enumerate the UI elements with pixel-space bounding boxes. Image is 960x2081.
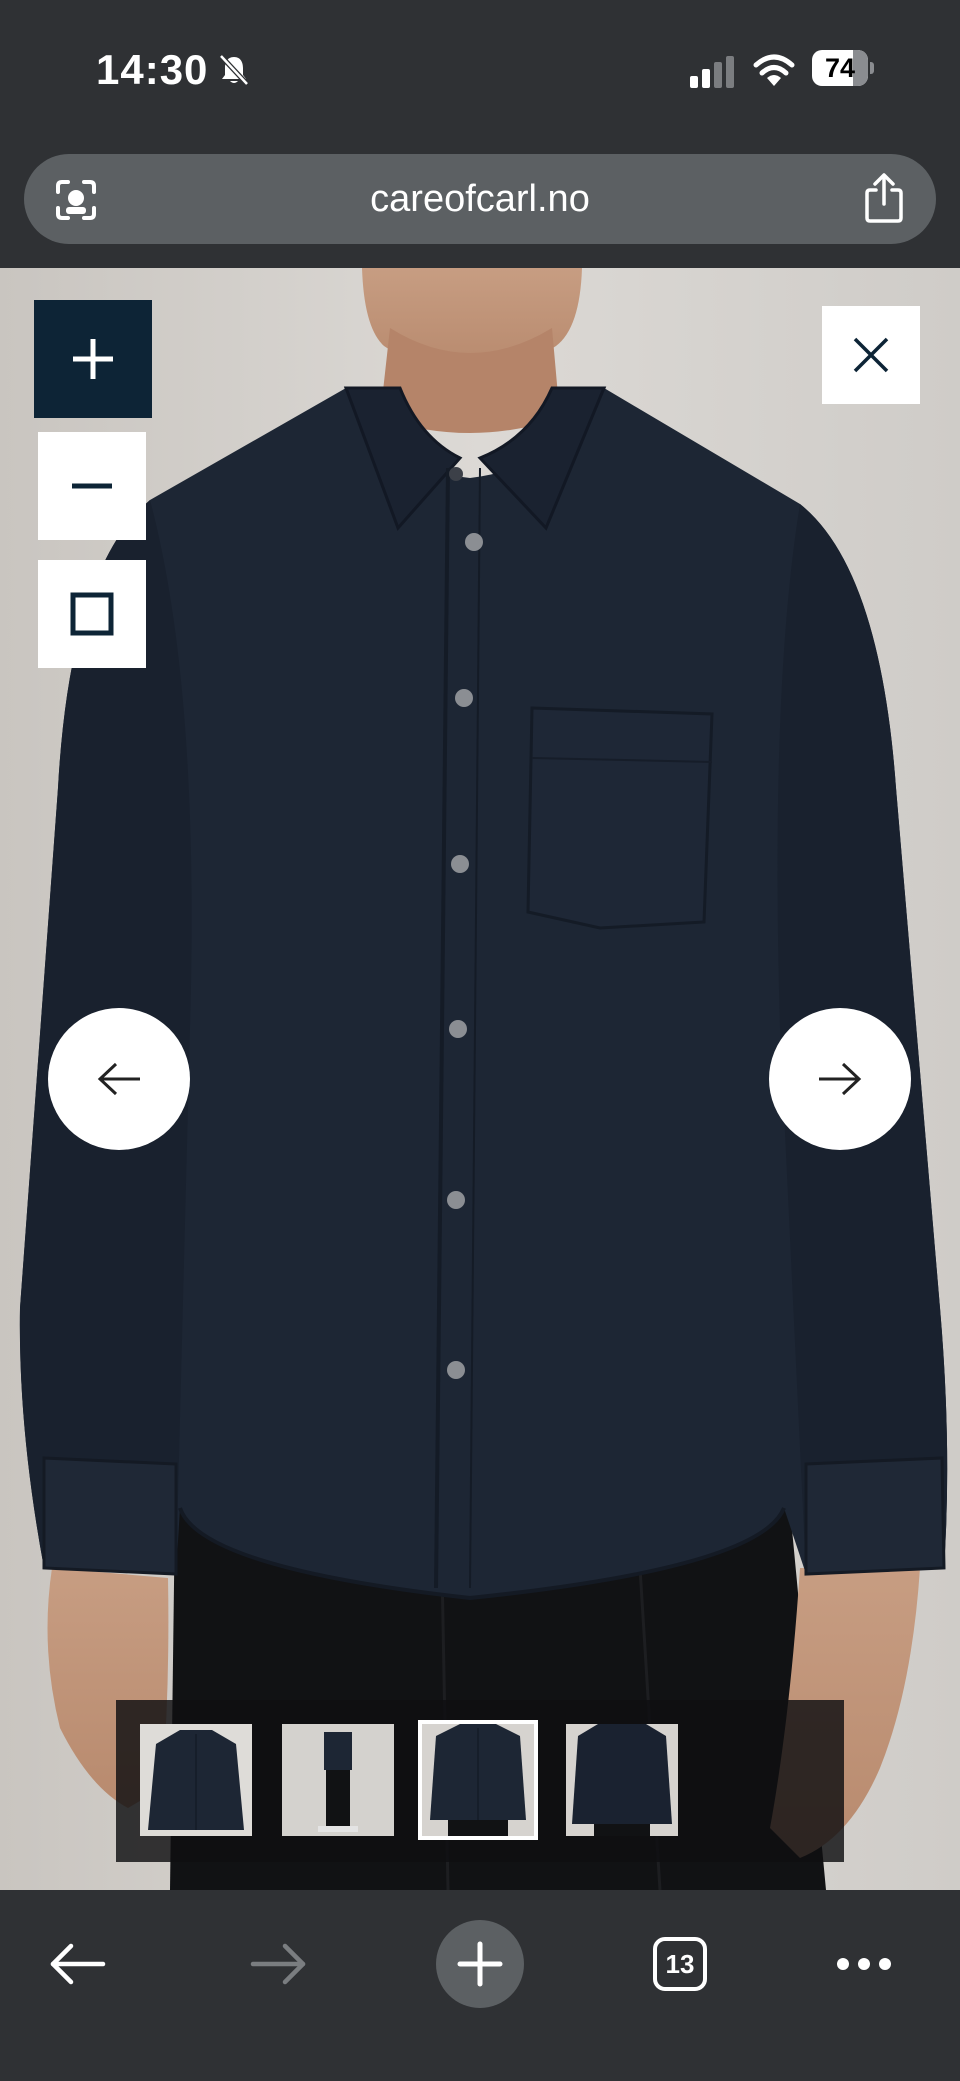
url-text[interactable]: careofcarl.no xyxy=(24,154,936,244)
previous-image-button[interactable] xyxy=(48,1008,190,1150)
forward-button[interactable] xyxy=(228,1914,328,2014)
product-image-viewer[interactable] xyxy=(0,268,960,1890)
wifi-icon xyxy=(753,54,795,86)
thumbnail-4[interactable] xyxy=(566,1724,678,1836)
fit-screen-icon xyxy=(70,592,114,636)
browser-url-area: careofcarl.no xyxy=(0,140,960,268)
arrow-right-icon xyxy=(819,1062,862,1096)
tabs-icon: 13 xyxy=(653,1937,707,1991)
status-time: 14:30 xyxy=(96,46,209,93)
bell-slash-icon xyxy=(219,54,249,86)
thumbnail-3[interactable] xyxy=(418,1720,538,1840)
zoom-in-icon xyxy=(73,339,113,379)
thumbnail-2[interactable] xyxy=(282,1724,394,1836)
address-bar[interactable]: careofcarl.no xyxy=(24,154,936,244)
more-menu-button[interactable] xyxy=(814,1914,914,2014)
zoom-out-icon xyxy=(72,483,112,489)
share-icon[interactable] xyxy=(862,172,906,224)
zoom-in-button[interactable] xyxy=(34,300,152,418)
back-button[interactable] xyxy=(28,1914,128,2014)
new-tab-button[interactable] xyxy=(436,1920,524,2008)
tabs-button[interactable]: 13 xyxy=(630,1914,730,2014)
thumbnail-strip xyxy=(116,1700,844,1862)
battery-icon: 74 xyxy=(812,50,874,88)
status-bar: 14:30 74 xyxy=(0,0,960,140)
cellular-signal-icon xyxy=(690,56,734,88)
zoom-out-button[interactable] xyxy=(38,432,146,540)
tab-count: 13 xyxy=(665,1948,695,1979)
next-image-button[interactable] xyxy=(769,1008,911,1150)
new-tab-plus-icon xyxy=(457,1941,503,1987)
arrow-left-icon xyxy=(97,1062,140,1096)
battery-level: 74 xyxy=(824,53,856,83)
thumbnail-1[interactable] xyxy=(140,1724,252,1836)
browser-toolbar: 13 xyxy=(0,1890,960,2081)
close-viewer-button[interactable] xyxy=(822,306,920,404)
back-arrow-icon xyxy=(50,1943,106,1985)
forward-arrow-icon xyxy=(250,1943,306,1985)
fit-screen-button[interactable] xyxy=(38,560,146,668)
close-icon xyxy=(853,337,889,373)
more-icon xyxy=(837,1958,891,1970)
